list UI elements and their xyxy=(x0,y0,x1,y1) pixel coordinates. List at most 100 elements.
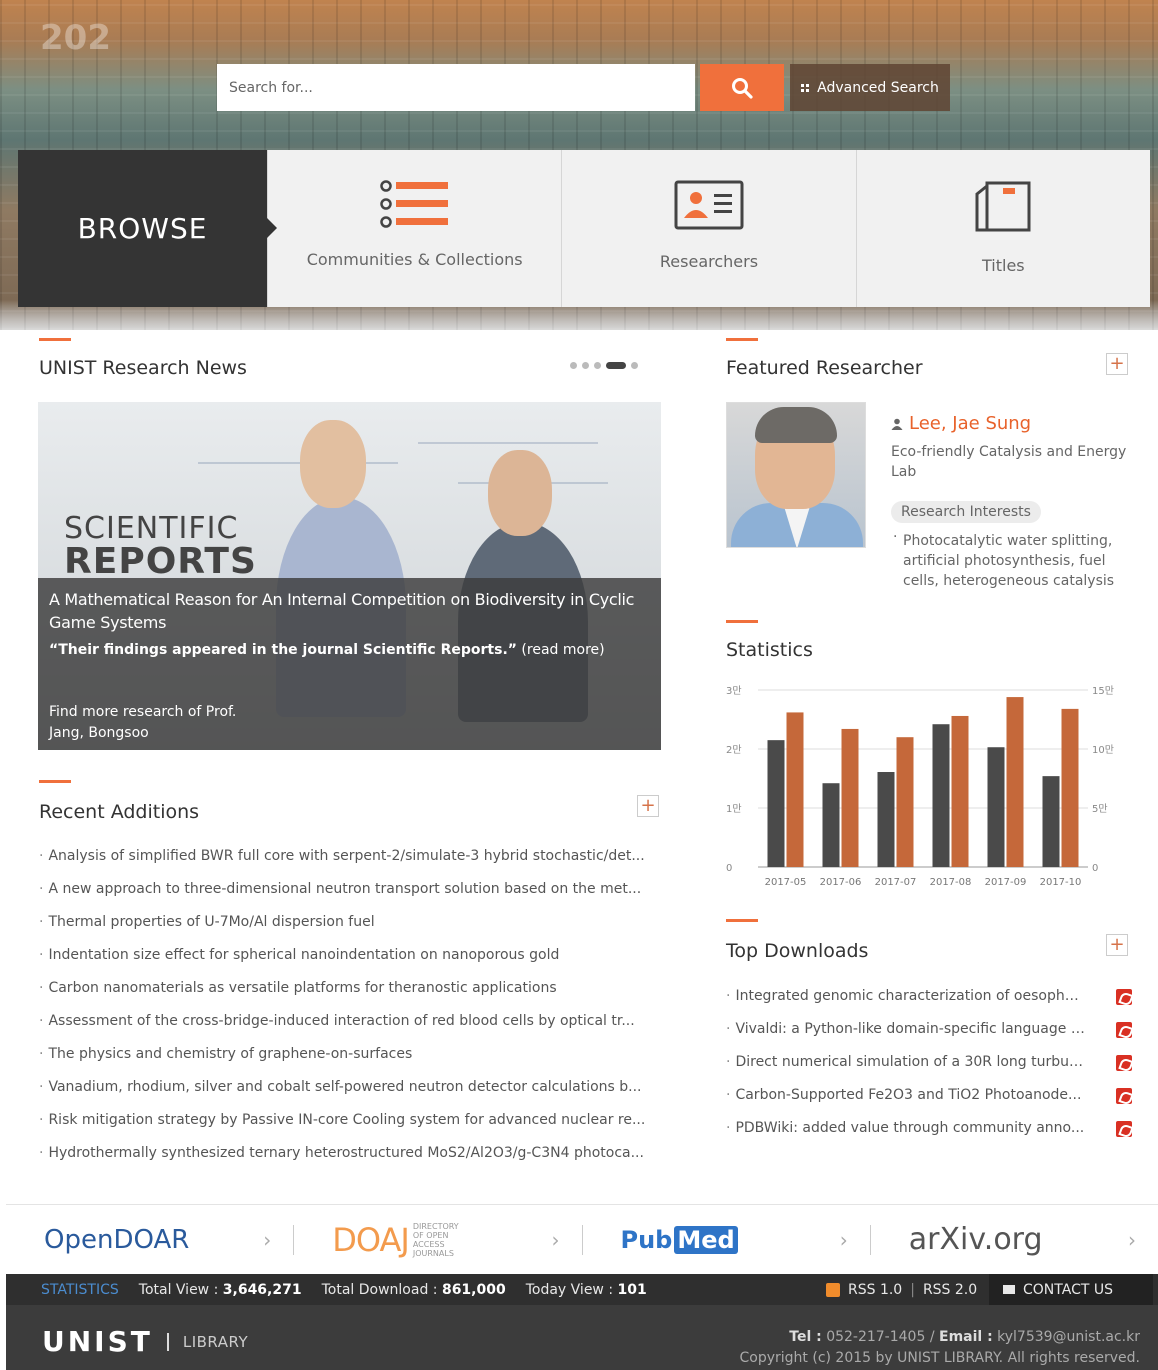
partner-arxiv[interactable]: arXiv.org › xyxy=(871,1205,1158,1275)
contact-info: Tel : 052-217-1405 / Email : kyl7539@uni… xyxy=(739,1329,1141,1366)
x-tick-label: 2017-08 xyxy=(930,877,972,888)
divider: | xyxy=(910,1281,915,1298)
person-icon xyxy=(891,418,903,430)
chart-bar xyxy=(786,712,804,867)
featured-researcher-title: Featured Researcher xyxy=(726,357,923,379)
search-button[interactable] xyxy=(700,64,784,111)
x-tick-label: 2017-07 xyxy=(875,877,917,888)
pdf-icon[interactable] xyxy=(1116,1088,1132,1104)
chart-bar xyxy=(1006,697,1024,867)
opendoar-logo: OpenDOAR xyxy=(44,1224,190,1255)
more-research-link[interactable]: Find more research of Prof. Jang, Bongso… xyxy=(49,702,236,744)
list-item[interactable]: Thermal properties of U-7Mo/Al dispersio… xyxy=(39,914,659,947)
list-item[interactable]: Analysis of simplified BWR full core wit… xyxy=(39,848,659,881)
site-statistics-bar: STATISTICS Total View : 3,646,271 Total … xyxy=(6,1274,1158,1305)
partner-opendoar[interactable]: OpenDOAR › xyxy=(6,1205,293,1275)
featured-more-button[interactable]: + xyxy=(1106,353,1128,375)
recent-additions-header: Recent Additions xyxy=(39,780,199,823)
x-tick-label: 2017-09 xyxy=(985,877,1027,888)
y-left-tick-label: 0 xyxy=(726,863,732,874)
browse-titles[interactable]: Titles xyxy=(855,150,1150,307)
list-item[interactable]: The physics and chemistry of graphene-on… xyxy=(39,1046,659,1079)
list-item[interactable]: Assessment of the cross-bridge-induced i… xyxy=(39,1013,659,1046)
footer: UNIST LIBRARY Tel : 052-217-1405 / Email… xyxy=(6,1305,1158,1370)
downloads-more-button[interactable]: + xyxy=(1106,934,1128,956)
statistics-chart: 0 0 1만 5만 2만 10만 3만 15만 2017-05 2017-06 2017-07 201… xyxy=(726,685,1114,888)
news-quote-line: “Their findings appeared in the journal … xyxy=(49,642,650,658)
chart-bar xyxy=(932,724,950,867)
partner-doaj[interactable]: DOAJ DIRECTORY OF OPEN ACCESS JOURNALS › xyxy=(294,1205,581,1275)
carousel-dot[interactable] xyxy=(631,362,638,369)
research-interests-text: Photocatalytic water splitting, artifici… xyxy=(893,527,1125,591)
researcher-photo[interactable] xyxy=(726,402,866,548)
read-more-link[interactable]: (read more) xyxy=(521,642,604,658)
chart-bar xyxy=(841,728,859,867)
list-item[interactable]: Hydrothermally synthesized ternary heter… xyxy=(39,1145,659,1178)
pdf-icon[interactable] xyxy=(1116,989,1132,1005)
unist-library-logo[interactable]: UNIST LIBRARY xyxy=(42,1325,248,1358)
chevron-right-icon: › xyxy=(551,1227,560,1252)
browse-communities[interactable]: Communities & Collections xyxy=(267,150,561,307)
x-tick-label: 2017-10 xyxy=(1040,877,1082,888)
chevron-right-icon: › xyxy=(839,1227,848,1252)
top-downloads-list: Integrated genomic characterization of o… xyxy=(726,988,1132,1153)
y-left-tick-label: 3만 xyxy=(726,685,742,697)
contact-us-button[interactable]: CONTACT US xyxy=(989,1274,1153,1305)
carousel-dot-active[interactable] xyxy=(606,362,626,369)
list-item[interactable]: A new approach to three-dimensional neut… xyxy=(39,881,659,914)
list-item: Direct numerical simulation of a 30R lon… xyxy=(726,1054,1132,1087)
y-right-tick-label: 15만 xyxy=(1092,685,1114,697)
list-item[interactable]: Vanadium, rhodium, silver and cobalt sel… xyxy=(39,1079,659,1112)
chart-bar xyxy=(896,737,914,867)
research-news-header: UNIST Research News xyxy=(39,338,247,379)
pdf-icon[interactable] xyxy=(1116,1121,1132,1137)
advanced-search-label: Advanced Search xyxy=(817,79,939,96)
list-item[interactable]: Carbon nanomaterials as versatile platfo… xyxy=(39,980,659,1013)
research-news-title: UNIST Research News xyxy=(39,357,247,379)
chevron-right-icon: › xyxy=(1128,1227,1136,1252)
statistics-link[interactable]: STATISTICS xyxy=(41,1282,119,1298)
browse-researchers[interactable]: Researchers xyxy=(561,150,855,307)
researcher-name[interactable]: Lee, Jae Sung xyxy=(891,413,1031,434)
researcher-lab: Eco-friendly Catalysis and Energy Lab xyxy=(891,444,1127,480)
chevron-right-icon: › xyxy=(263,1227,272,1252)
chart-bar xyxy=(877,772,895,867)
recent-additions-list: Analysis of simplified BWR full core wit… xyxy=(39,848,659,1178)
y-right-tick-label: 5만 xyxy=(1092,803,1108,815)
advanced-search-button[interactable]: Advanced Search xyxy=(790,64,950,111)
contact-card-icon xyxy=(674,180,744,230)
pdf-icon[interactable] xyxy=(1116,1055,1132,1071)
carousel-dot[interactable] xyxy=(582,362,589,369)
partner-pubmed[interactable]: Pub Med › xyxy=(583,1205,870,1275)
y-left-tick-label: 1만 xyxy=(726,803,742,815)
news-slide[interactable]: SCIENTIFIC REPORTS A Mathematical Reason… xyxy=(38,402,661,750)
x-tick-label: 2017-06 xyxy=(820,877,862,888)
list-item[interactable]: Risk mitigation strategy by Passive IN-c… xyxy=(39,1112,659,1145)
rss2-link[interactable]: RSS 2.0 xyxy=(923,1282,977,1298)
carousel-dot[interactable] xyxy=(594,362,601,369)
browse-bar: BROWSE Communities & Collections Researc… xyxy=(18,150,1150,307)
today-view: Today View : 101 xyxy=(525,1281,647,1298)
chart-bar xyxy=(1061,708,1079,867)
chart-bar xyxy=(951,715,969,867)
hero-decor-number: 202 xyxy=(40,18,111,58)
arxiv-logo: arXiv.org xyxy=(908,1222,1043,1257)
mail-icon xyxy=(1003,1285,1015,1294)
list-item[interactable]: Indentation size effect for spherical na… xyxy=(39,947,659,980)
chart-bar xyxy=(767,740,785,867)
rss1-link[interactable]: RSS 1.0 xyxy=(848,1282,902,1298)
section-accent xyxy=(726,919,758,922)
list-item: Integrated genomic characterization of o… xyxy=(726,988,1132,1021)
news-headline[interactable]: A Mathematical Reason for An Internal Co… xyxy=(49,588,650,634)
search-input[interactable] xyxy=(217,64,695,111)
partner-links: OpenDOAR › DOAJ DIRECTORY OF OPEN ACCESS… xyxy=(6,1204,1158,1274)
recent-more-button[interactable]: + xyxy=(637,795,659,817)
pdf-icon[interactable] xyxy=(1116,1022,1132,1038)
section-accent xyxy=(726,338,758,341)
browse-communities-label: Communities & Collections xyxy=(306,250,523,269)
carousel-dot[interactable] xyxy=(570,362,577,369)
browse-titles-label: Titles xyxy=(982,256,1025,275)
whiteboard-line xyxy=(198,462,398,464)
total-view: Total View : 3,646,271 xyxy=(138,1281,302,1298)
chart-bar xyxy=(1042,776,1060,867)
